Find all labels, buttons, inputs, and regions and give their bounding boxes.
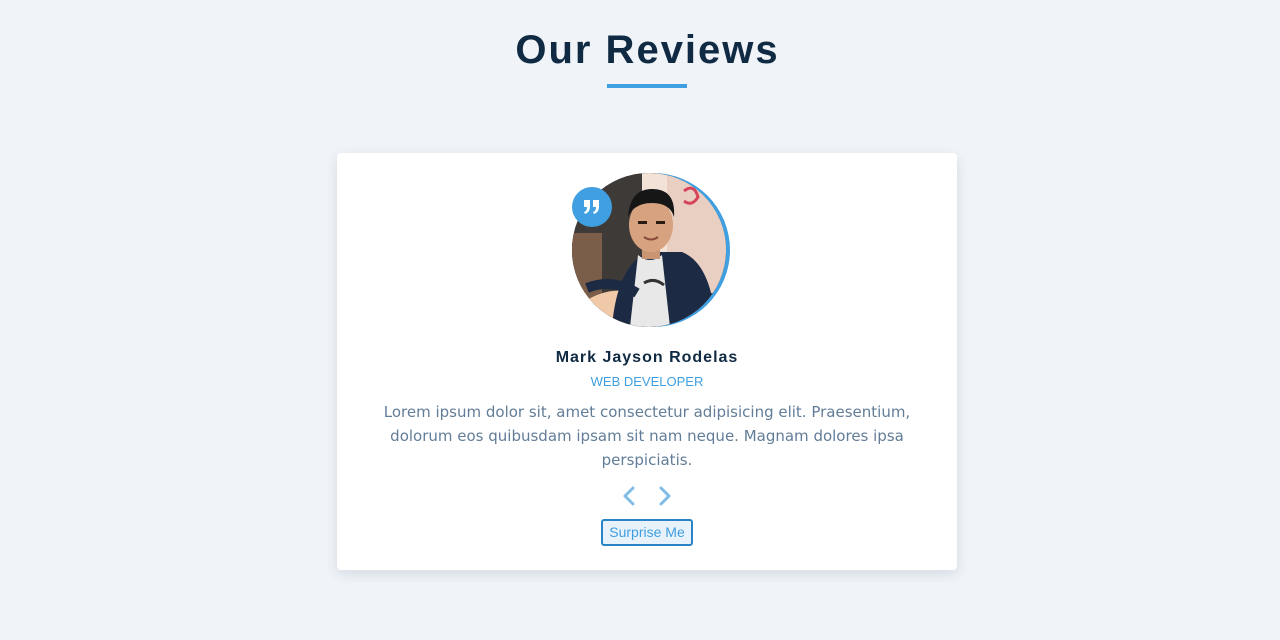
review-navigation <box>337 484 957 508</box>
review-card: Mark Jayson Rodelas WEB DEVELOPER Lorem … <box>337 153 957 570</box>
reviewer-name: Mark Jayson Rodelas <box>555 349 739 366</box>
prev-button[interactable] <box>617 484 641 508</box>
quote-right-icon <box>572 187 612 227</box>
chevron-left-icon <box>623 486 635 506</box>
reviewer-job: WEB DEVELOPER <box>590 374 704 389</box>
surprise-me-button[interactable]: Surprise Me <box>601 519 693 546</box>
avatar-container <box>572 173 730 327</box>
chevron-right-icon <box>659 486 671 506</box>
title-underline <box>607 84 687 88</box>
section-title: Our Reviews <box>515 28 780 72</box>
next-button[interactable] <box>653 484 677 508</box>
review-text: Lorem ipsum dolor sit, amet consectetur … <box>383 403 911 469</box>
